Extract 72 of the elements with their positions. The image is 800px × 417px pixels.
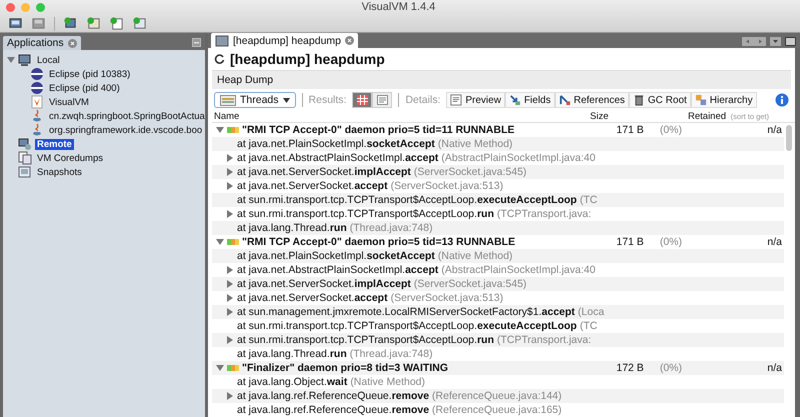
panel-tab[interactable]: Applications bbox=[3, 36, 81, 50]
tree-item[interactable]: Snapshots bbox=[35, 166, 84, 178]
stack-frame: at java.net.ServerSocket.implAccept bbox=[237, 166, 411, 178]
source-location: (TC bbox=[580, 194, 598, 206]
section-header: Heap Dump bbox=[212, 70, 791, 89]
stack-frame: at java.net.ServerSocket.accept bbox=[237, 180, 388, 192]
stack-frame: at sun.rmi.transport.tcp.TCPTransport$AcceptLoop.run bbox=[237, 208, 494, 220]
tree-item[interactable]: org.springframework.ide.vscode.boo bbox=[47, 124, 204, 136]
view-dropdown[interactable]: Threads bbox=[214, 92, 296, 108]
window-title: VisualVM 1.4.4 bbox=[360, 1, 436, 13]
stack-frame: at java.net.PlainSocketImpl.socketAccept bbox=[237, 250, 435, 262]
details-button[interactable]: Hierarchy bbox=[690, 92, 757, 108]
tree-item[interactable]: VM Coredumps bbox=[35, 152, 105, 164]
stack-frame: at java.net.AbstractPlainSocketImpl.accept bbox=[237, 152, 438, 164]
source-location: (TCPTransport.java: bbox=[496, 334, 592, 346]
thread-name: "RMI TCP Accept-0" daemon prio=5 tid=13 RUNNABLE bbox=[242, 236, 516, 248]
source-location: (ReferenceQueue.java:144) bbox=[432, 390, 562, 402]
source-location: (Native Method) bbox=[438, 250, 513, 262]
details-label: Details: bbox=[405, 94, 440, 106]
source-location: (ServerSocket.java:545) bbox=[414, 166, 527, 178]
tree-item[interactable]: Eclipse (pid 10383) bbox=[47, 68, 132, 80]
tree-item[interactable]: VisualVM bbox=[47, 96, 91, 108]
source-location: (AbstractPlainSocketImpl.java:40 bbox=[441, 264, 596, 276]
source-location: (Thread.java:748) bbox=[350, 222, 433, 234]
thread-name: "Finalizer" daemon prio=8 tid=3 WAITING bbox=[242, 362, 448, 374]
source-location: (ServerSocket.java:513) bbox=[390, 292, 504, 304]
document-title: [heapdump] heapdump bbox=[230, 51, 385, 67]
details-button[interactable]: References bbox=[554, 92, 629, 108]
size-value: 172 B bbox=[616, 362, 644, 374]
details-button[interactable]: Preview bbox=[446, 92, 506, 108]
source-location: (TCPTransport.java: bbox=[496, 208, 592, 220]
stack-frame: at java.net.ServerSocket.implAccept bbox=[237, 278, 411, 290]
size-percent: (0%) bbox=[660, 124, 682, 136]
stack-frame: at java.lang.Thread.run bbox=[237, 348, 347, 360]
details-button[interactable]: GC Root bbox=[628, 92, 691, 108]
column-header[interactable]: Size bbox=[588, 111, 686, 122]
document-tab[interactable]: [heapdump] heapdump bbox=[211, 33, 358, 48]
tree-item[interactable]: cn.zwqh.springboot.SpringBootActua bbox=[47, 110, 207, 122]
source-location: (Native Method) bbox=[438, 138, 513, 150]
source-location: (ServerSocket.java:513) bbox=[390, 180, 504, 192]
stack-frame: at java.net.PlainSocketImpl.socketAccept bbox=[237, 138, 435, 150]
source-location: (Native Method) bbox=[350, 376, 426, 388]
source-location: (ServerSocket.java:545) bbox=[414, 278, 527, 290]
thread-name: "RMI TCP Accept-0" daemon prio=5 tid=11 RUNNABLE bbox=[242, 124, 515, 136]
retained-value: n/a bbox=[766, 362, 783, 374]
stack-frame: at java.net.AbstractPlainSocketImpl.accept bbox=[237, 264, 438, 276]
source-location: (Thread.java:748) bbox=[350, 348, 433, 360]
results-label: Results: bbox=[308, 94, 346, 106]
column-header[interactable]: Name bbox=[212, 111, 588, 122]
details-button[interactable]: Fields bbox=[505, 92, 555, 108]
tree-item[interactable]: Local bbox=[35, 54, 62, 66]
stack-frame: at sun.rmi.transport.tcp.TCPTransport$AcceptLoop.executeAcceptLoop bbox=[237, 320, 577, 332]
size-percent: (0%) bbox=[660, 362, 682, 374]
stack-frame: at sun.rmi.transport.tcp.TCPTransport$AcceptLoop.run bbox=[237, 334, 494, 346]
source-location: (ReferenceQueue.java:165) bbox=[432, 404, 562, 416]
source-location: (TC bbox=[580, 320, 598, 332]
source-location: (Loca bbox=[578, 306, 604, 318]
source-location: (AbstractPlainSocketImpl.java:40 bbox=[441, 152, 596, 164]
stack-frame: at sun.rmi.transport.tcp.TCPTransport$AcceptLoop.executeAcceptLoop bbox=[237, 194, 577, 206]
tree-item[interactable]: Remote bbox=[35, 138, 74, 150]
size-value: 171 B bbox=[616, 236, 644, 248]
retained-value: n/a bbox=[766, 236, 783, 248]
stack-frame: at sun.management.jmxremote.LocalRMIServerSocketFactory$1.accept bbox=[237, 306, 575, 318]
stack-frame: at java.lang.Thread.run bbox=[237, 222, 347, 234]
stack-frame: at java.lang.ref.ReferenceQueue.remove bbox=[237, 404, 430, 416]
size-percent: (0%) bbox=[660, 236, 682, 248]
size-value: 171 B bbox=[616, 124, 644, 136]
stack-frame: at java.lang.Object.wait bbox=[237, 376, 348, 388]
retained-value: n/a bbox=[766, 124, 783, 136]
stack-frame: at java.lang.ref.ReferenceQueue.remove bbox=[237, 390, 430, 402]
tree-item[interactable]: Eclipse (pid 400) bbox=[47, 82, 122, 94]
stack-frame: at java.net.ServerSocket.accept bbox=[237, 292, 388, 304]
